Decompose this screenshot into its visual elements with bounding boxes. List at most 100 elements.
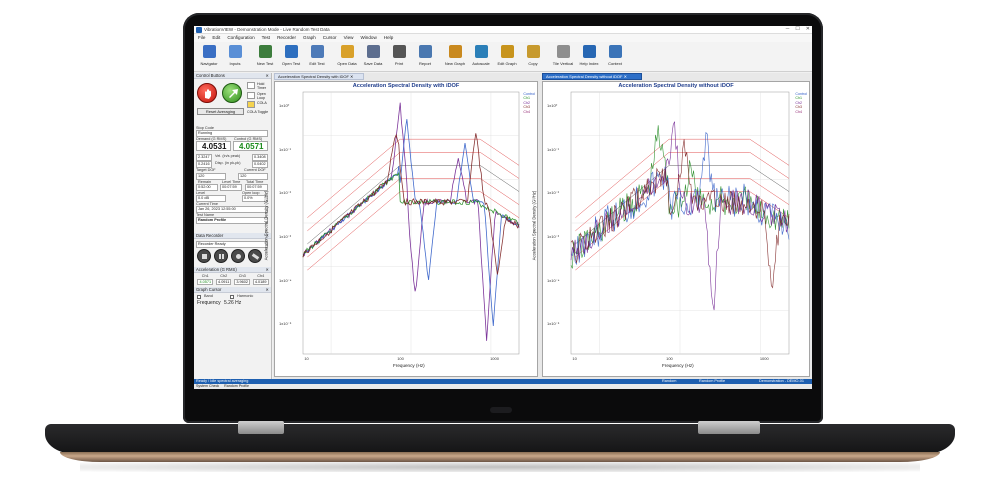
target-dof-label: Target DOF (196, 168, 216, 172)
close-button[interactable]: ✕ (806, 26, 810, 32)
acceleration-column-header: Ch2 (220, 274, 228, 278)
harmonic-label: Harmonic (237, 294, 254, 298)
toolbar: Navigator Inputs New Test Open Test Edit Tes… (194, 42, 812, 72)
hinge-right (698, 421, 760, 434)
menu-test[interactable]: Test (262, 34, 270, 42)
menu-cursor[interactable]: Cursor (323, 34, 337, 42)
y-tick-label: 1x10⁻⁵ (279, 321, 292, 327)
menu-configuration[interactable]: Configuration (227, 34, 254, 42)
frequency-label: Frequency (197, 300, 221, 306)
x-tick-label: 1000 (490, 356, 499, 361)
tab-asd-with-idof[interactable]: Acceleration Spectral Density with iDOF … (274, 73, 364, 80)
disp-left-field: 0.2416 (196, 161, 212, 168)
chart-plot (302, 91, 520, 355)
toolbar-print-button[interactable]: Print (386, 42, 412, 72)
menu-window[interactable]: Window (360, 34, 376, 42)
toolbar-label: Tile Vertical (552, 61, 574, 66)
toolbar-report-button[interactable]: Report (412, 42, 438, 72)
acceleration-column-header: Ch4 (257, 274, 265, 278)
acceleration-value: 4.0189 (252, 279, 269, 285)
toolbar-inputs-button[interactable]: Inputs (222, 42, 248, 72)
toolbar-label: Edit Graph (497, 61, 517, 66)
menu-recorder[interactable]: Recorder (277, 34, 296, 42)
toolbar-help-index-button[interactable]: Help Index (576, 42, 602, 72)
y-tick-label: 1x10⁻² (547, 190, 560, 196)
remain-field: 0:52:00 (196, 184, 218, 191)
acceleration-column-header: Ch1 (201, 274, 209, 278)
acceleration-columns: Ch1 Ch2 Ch3 Ch4 (196, 274, 270, 278)
toolbar-label: Copy (528, 61, 538, 66)
cola-icon[interactable] (247, 101, 255, 108)
toolbar-label: Report (418, 61, 431, 66)
menu-file[interactable]: File (198, 34, 205, 42)
toolbar-tile-vertical-button[interactable]: Tile Vertical (550, 42, 576, 72)
record-pause-button[interactable] (214, 249, 228, 263)
tile-vertical-icon (556, 45, 570, 58)
band-checkbox[interactable] (197, 295, 201, 299)
record-button[interactable] (231, 249, 245, 263)
y-axis-label: Acceleration Spectral Density (G²/Hz) (531, 190, 537, 261)
save-data-icon (366, 45, 380, 58)
toolbar-copy-button[interactable]: Copy (520, 42, 546, 72)
cola-label: COLA (257, 101, 267, 105)
x-tick-label: 10 (304, 356, 309, 361)
level-time-field: 00:07:59 (220, 184, 242, 191)
window-controls: ─ ☐ ✕ (786, 26, 810, 32)
y-tick-label: 1x10⁰ (547, 103, 558, 109)
legend-entry: Ch4 (795, 109, 802, 114)
minimize-button[interactable]: ─ (786, 26, 790, 32)
test-name-field: Random Profile (196, 217, 268, 224)
autoscale-icon (474, 45, 488, 58)
record-settings-button[interactable] (248, 249, 262, 263)
toolbar-open-test-button[interactable]: Open Test (278, 42, 304, 72)
menu-view[interactable]: View (344, 34, 354, 42)
hold-timer-icon[interactable] (247, 82, 255, 89)
control-value: 4.0571 (239, 142, 264, 151)
acceleration-value: 4.0571 (197, 279, 214, 285)
x-axis-label: Frequency (Hz) (393, 363, 425, 368)
stop-hand-icon (205, 89, 211, 99)
menu-edit[interactable]: Edit (212, 34, 220, 42)
tab-system-check[interactable]: System Check (196, 384, 219, 388)
toolbar-edit-graph-button[interactable]: Edit Graph (494, 42, 520, 72)
current-dof-field: 120 (238, 173, 268, 180)
control-buttons: Hold Timer Open Loop COLA COLA Toggle Re… (194, 79, 271, 125)
maximize-button[interactable]: ☐ (795, 26, 799, 32)
tab-random-profile[interactable]: Random Profile (224, 384, 249, 388)
run-arrow-icon (229, 89, 238, 98)
menu-help[interactable]: Help (384, 34, 393, 42)
harmonic-checkbox[interactable] (230, 295, 234, 299)
frequency-value: 5.26 Hz (224, 300, 242, 306)
target-dof-field: 120 (196, 173, 226, 180)
chart-without-idof[interactable]: Acceleration Spectral Density without iD… (531, 81, 810, 377)
run-button[interactable] (222, 83, 242, 103)
tab-asd-without-idof[interactable]: Acceleration Spectral Density without iD… (542, 73, 642, 80)
inputs-icon (228, 45, 242, 58)
x-axis-label: Frequency (Hz) (662, 363, 694, 368)
menu-graph[interactable]: Graph (303, 34, 316, 42)
y-tick-label: 1x10⁻⁵ (547, 321, 560, 327)
recorder-status: Recorder Ready (196, 241, 268, 248)
toolbar-autoscale-button[interactable]: Autoscale (468, 42, 494, 72)
band-label: Band (204, 294, 213, 298)
toolbar-save-data-button[interactable]: Save Data (360, 42, 386, 72)
reset-averaging-button[interactable]: Reset Averaging (197, 108, 244, 115)
level-field: 0.0 dB (196, 195, 226, 202)
y-tick-label: 1x10⁻¹ (279, 146, 292, 152)
toolbar-navigator-button[interactable]: Navigator (196, 42, 222, 72)
record-stop-button[interactable] (197, 249, 211, 263)
open-loop-icon[interactable] (247, 92, 255, 99)
toolbar-label: Autoscale (472, 61, 490, 66)
toolbar-label: Open Test (281, 61, 301, 66)
toolbar-context-button[interactable]: Context (602, 42, 628, 72)
stop-button[interactable] (197, 83, 217, 103)
toolbar-edit-test-button[interactable]: Edit Test (304, 42, 330, 72)
toolbar-new-test-button[interactable]: New Test (252, 42, 278, 72)
left-panel: Control Buttons ✕ Hold Timer Open Loop CO… (194, 73, 272, 379)
open-test-icon (284, 45, 298, 58)
toolbar-label: New Test (256, 61, 274, 66)
toolbar-open-data-button[interactable]: Open Data (334, 42, 360, 72)
toolbar-new-graph-button[interactable]: New Graph (442, 42, 468, 72)
hinge-left (238, 421, 284, 434)
chart-with-idof[interactable]: Acceleration Spectral Density with iDOF C… (263, 81, 538, 377)
